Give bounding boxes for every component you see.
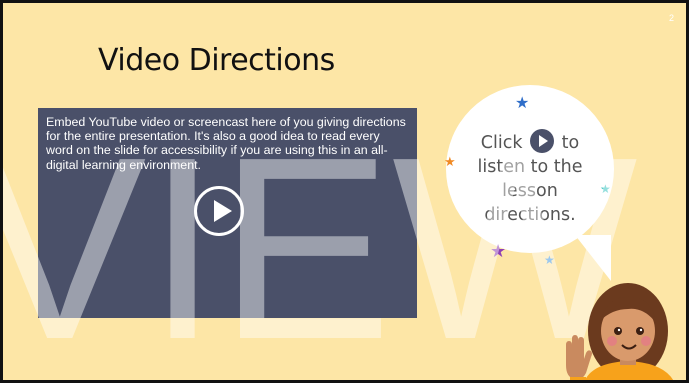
teal-star-icon: ★ bbox=[600, 182, 611, 196]
play-icon[interactable] bbox=[530, 129, 555, 153]
blue-star-icon: ★ bbox=[515, 93, 530, 112]
light-blue-star-icon: ★ bbox=[544, 253, 555, 267]
video-instructions-text: Embed YouTube video or screencast here o… bbox=[46, 115, 406, 172]
waving-girl-illustration bbox=[566, 283, 674, 380]
bubble-line-3: lesson bbox=[502, 181, 558, 201]
bubble-text: Click to listen to the lesson directions… bbox=[446, 129, 614, 227]
slide-title: Video Directions bbox=[98, 43, 335, 78]
play-circle-icon[interactable] bbox=[194, 186, 244, 236]
video-placeholder[interactable]: Embed YouTube video or screencast here o… bbox=[38, 108, 417, 318]
slide: 2 Video Directions Embed YouTube video o… bbox=[0, 0, 689, 383]
orange-star-icon: ★ bbox=[444, 155, 456, 170]
bubble-click-word: Click bbox=[480, 133, 523, 153]
page-number: 2 bbox=[668, 13, 674, 23]
bubble-to-word: to bbox=[561, 133, 580, 153]
purple-star-icon: ★ bbox=[490, 241, 507, 262]
bubble-line-2: listen to the bbox=[477, 157, 583, 177]
bubble-line-4: directions. bbox=[484, 205, 576, 225]
